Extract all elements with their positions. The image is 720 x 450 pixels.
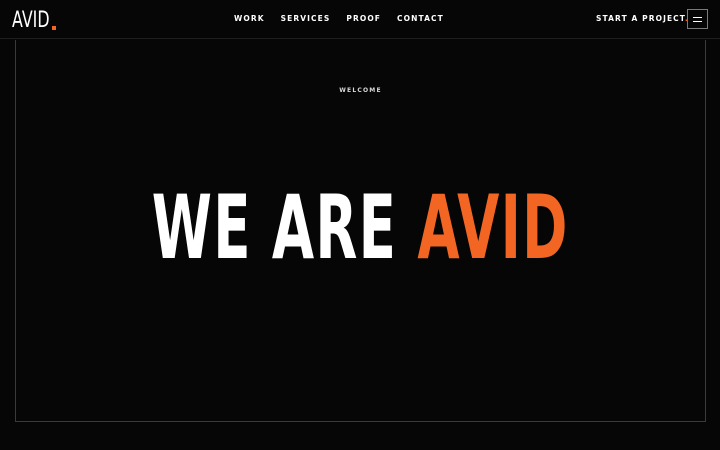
hero-headline-text: WE ARE AVID [152,184,569,272]
nav-link-contact[interactable]: CONTACT [397,14,444,24]
logo-text: AVID [12,8,50,33]
hamburger-bar-bottom [693,21,702,22]
site-header: AVID WORK SERVICES PROOF CONTACT START A… [0,0,720,39]
hero-headline: WE ARE AVID [16,184,705,272]
headline-prefix: WE ARE [152,176,398,279]
main-nav: WORK SERVICES PROOF CONTACT [234,14,460,24]
logo[interactable]: AVID [12,6,56,32]
hero-eyebrow: WELCOME [339,87,382,94]
start-project-label: START A PROJECT [596,14,685,23]
headline-accent: AVID [417,176,569,279]
menu-button[interactable] [687,9,708,29]
nav-link-services[interactable]: SERVICES [281,14,331,24]
logo-dot [52,26,56,30]
nav-link-work[interactable]: WORK [234,14,265,24]
start-project-link[interactable]: START A PROJECT. [596,14,689,24]
hamburger-bar-top [693,17,702,18]
hero-section: WELCOME WE ARE AVID [15,40,706,422]
nav-link-proof[interactable]: PROOF [346,14,381,24]
page: AVID WORK SERVICES PROOF CONTACT START A… [0,0,720,450]
